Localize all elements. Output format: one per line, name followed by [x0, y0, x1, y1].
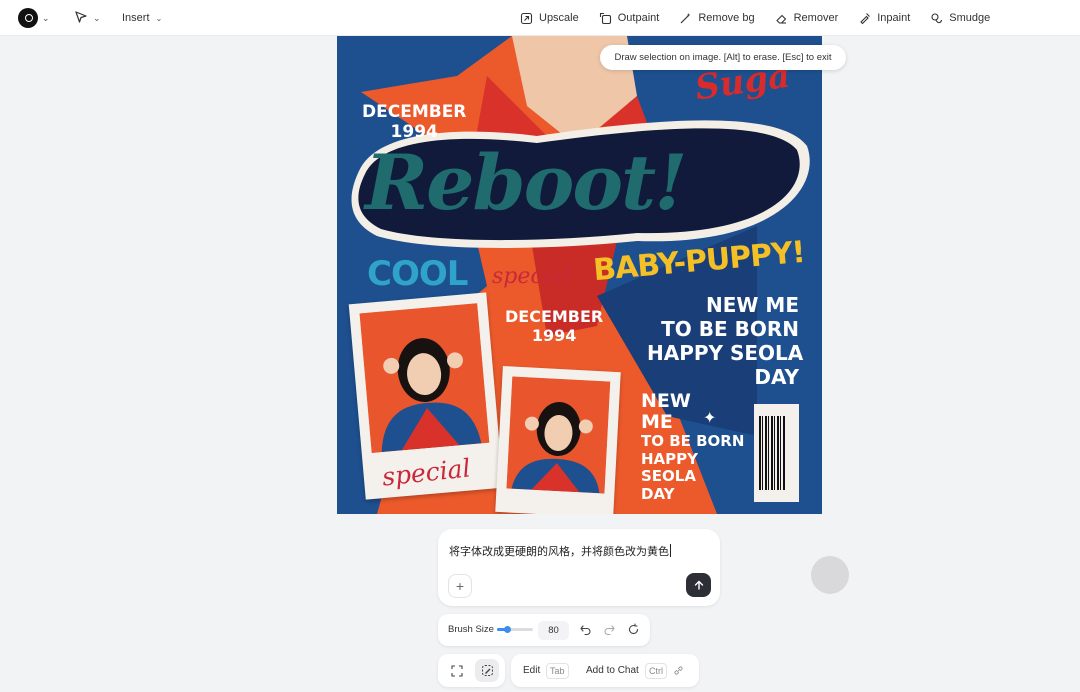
chevron-down-icon[interactable]: ⌄	[42, 13, 50, 24]
sparkle-icon: ✦	[703, 408, 717, 427]
chevron-down-icon: ⌄	[155, 14, 163, 23]
inpaint-button[interactable]: Inpaint	[858, 12, 910, 25]
select-tool-button[interactable]	[74, 10, 88, 29]
remover-button[interactable]: Remover	[775, 12, 839, 25]
smudge-icon	[931, 12, 943, 23]
brush-size-label: Brush Size	[448, 624, 494, 635]
arrow-up-icon	[694, 580, 703, 590]
tool-label: Outpaint	[617, 12, 660, 24]
tool-label: Inpaint	[877, 12, 911, 24]
fullscreen-select-icon[interactable]	[451, 665, 463, 677]
tool-label: Upscale	[539, 12, 579, 24]
outpaint-icon	[599, 12, 611, 24]
smudge-button[interactable]: Smudge	[930, 12, 990, 25]
upscale-icon	[520, 12, 533, 24]
slider-handle[interactable]	[503, 626, 511, 633]
action-group: Edit Tab Add to Chat Ctrl	[511, 654, 699, 687]
brush-select-icon	[481, 665, 493, 676]
link-icon	[674, 666, 683, 675]
remove-bg-button[interactable]: Remove bg	[679, 12, 755, 25]
inpaint-icon	[860, 12, 871, 24]
send-button[interactable]	[686, 573, 711, 597]
floating-circle-button[interactable]	[811, 556, 849, 594]
reset-icon[interactable]	[627, 623, 640, 636]
barcode-sticker	[754, 404, 799, 502]
brush-select-button[interactable]	[475, 659, 499, 682]
tool-label: Smudge	[949, 12, 991, 24]
poster-date-mid: DECEMBER 1994	[505, 307, 604, 345]
canvas-image[interactable]: DECEMBER 1994 Suga Reboot! Reboot! COOL …	[337, 36, 822, 514]
selection-mode-group	[438, 654, 505, 687]
edit-shortcut-key: Tab	[546, 663, 569, 679]
chat-input-text: 将字体改成更硬朗的风格，并将颜色改为黄色	[449, 545, 669, 558]
eraser-icon	[776, 14, 786, 24]
upscale-button[interactable]: Upscale	[520, 12, 579, 25]
insert-label: Insert	[122, 12, 150, 24]
tool-label: Remove bg	[698, 12, 755, 24]
pointer-icon	[75, 11, 87, 23]
chevron-down-icon[interactable]: ⌄	[93, 13, 101, 24]
edit-tools: Upscale Outpaint Remove bg Remover Inpai…	[520, 0, 1010, 36]
tool-label: Remover	[793, 12, 839, 24]
insert-menu[interactable]: Insert ⌄	[122, 12, 162, 24]
redo-icon[interactable]	[603, 623, 616, 636]
remove-bg-icon	[680, 12, 691, 23]
portrait-image	[506, 376, 611, 494]
poster-special-text: special	[492, 264, 570, 289]
app-logo-icon[interactable]	[18, 8, 38, 28]
add-attachment-button[interactable]: +	[448, 574, 472, 598]
poster-cool-text: COOL	[367, 254, 468, 294]
plus-icon: +	[455, 578, 465, 594]
top-toolbar: ⌄ ⌄ Insert ⌄ Upscale Outpaint Remove bg …	[0, 0, 1080, 36]
barcode-bars	[759, 416, 785, 490]
add-to-chat-shortcut-key: Ctrl	[645, 663, 667, 679]
poster-lower-text-block: NEW ME TO BE BORN HAPPY SEOLA DAY	[641, 390, 745, 503]
chat-input-panel: 将字体改成更硬朗的风格，并将颜色改为黄色 +	[438, 529, 720, 606]
poster-right-text-block: NEW ME TO BE BORN HAPPY SEOLA DAY	[647, 293, 804, 389]
portrait-image	[359, 303, 490, 453]
add-to-chat-button[interactable]: Add to Chat	[586, 665, 639, 676]
brush-size-value[interactable]: 80	[538, 621, 569, 640]
edit-button[interactable]: Edit	[523, 665, 540, 676]
text-caret	[670, 544, 671, 557]
chat-input[interactable]: 将字体改成更硬朗的风格，并将颜色改为黄色	[449, 543, 671, 559]
selection-hint-tooltip: Draw selection on image. [Alt] to erase.…	[600, 45, 846, 70]
polaroid-photo-right	[495, 366, 621, 514]
brush-size-slider[interactable]	[497, 626, 533, 633]
outpaint-button[interactable]: Outpaint	[599, 12, 660, 25]
undo-icon[interactable]	[579, 623, 592, 636]
poster-headline: Reboot!	[365, 138, 688, 227]
brush-toolbar: Brush Size 80	[438, 614, 650, 646]
